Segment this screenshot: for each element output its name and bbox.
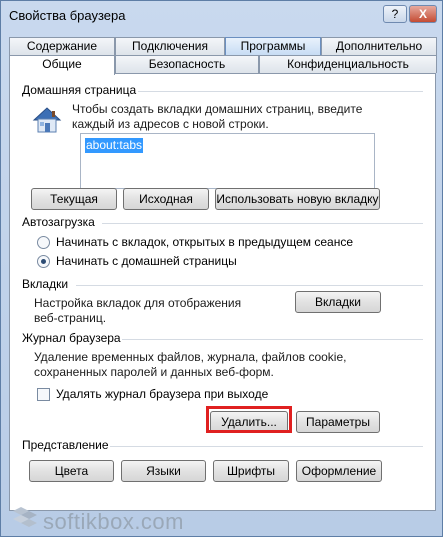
startup-previous-session-label[interactable]: Начинать с вкладок, открытых в предыдуще… — [56, 235, 353, 249]
tab-privacy[interactable]: Конфиденциальность — [259, 55, 437, 73]
appearance-design-button[interactable]: Оформление — [296, 460, 382, 482]
tabs-description-line2: веб-страниц. — [34, 311, 107, 325]
appearance-group-title: Представление — [22, 438, 109, 452]
home-page-group-title: Домашняя страница — [22, 83, 137, 97]
startup-divider — [102, 223, 423, 224]
tab-programs[interactable]: Программы — [225, 37, 321, 55]
tabs-divider — [76, 285, 423, 286]
home-page-urls-textarea[interactable]: about:tabs — [80, 133, 375, 189]
use-new-tab-button[interactable]: Использовать новую вкладку — [215, 188, 380, 210]
fonts-button[interactable]: Шрифты — [213, 460, 289, 482]
watermark-text: softikbox.com — [43, 509, 184, 534]
startup-group-title: Автозагрузка — [22, 215, 95, 229]
home-page-description-line1: Чтобы создать вкладки домашних страниц, … — [72, 102, 363, 116]
colors-button[interactable]: Цвета — [29, 460, 114, 482]
tab-content[interactable]: Содержание — [9, 37, 115, 55]
home-page-url-value: about:tabs — [85, 138, 144, 153]
history-description: Удаление временных файлов, журнала, файл… — [34, 350, 429, 380]
home-page-icon — [30, 104, 64, 136]
home-page-divider — [138, 91, 423, 92]
startup-previous-session-radio[interactable] — [37, 236, 50, 249]
history-group-title: Журнал браузера — [22, 331, 121, 345]
history-description-line2: сохраненных паролей и данных веб-форм. — [34, 365, 274, 379]
tab-advanced[interactable]: Дополнительно — [321, 37, 437, 55]
tab-connections[interactable]: Подключения — [115, 37, 225, 55]
home-page-description-line2: каждый из адресов с новой строки. — [72, 117, 269, 131]
tabs-row-top: Содержание Подключения Программы Дополни… — [9, 37, 437, 55]
tabs-row-bottom: Общие Безопасность Конфиденциальность — [9, 55, 437, 75]
tabs-description: Настройка вкладок для отображения веб-ст… — [34, 296, 284, 326]
languages-button[interactable]: Языки — [121, 460, 206, 482]
use-current-button[interactable]: Текущая — [31, 188, 117, 210]
use-default-button[interactable]: Исходная — [123, 188, 209, 210]
title-bar: Свойства браузера ? X — [1, 1, 442, 33]
tabs-settings-button[interactable]: Вкладки — [295, 291, 381, 313]
tab-security[interactable]: Безопасность — [115, 55, 259, 73]
watermark-logo-icon — [7, 505, 41, 533]
delete-history-on-exit-label[interactable]: Удалять журнал браузера при выходе — [56, 387, 268, 401]
tabs-description-line1: Настройка вкладок для отображения — [34, 296, 242, 310]
home-page-description: Чтобы создать вкладки домашних страниц, … — [72, 102, 422, 132]
history-divider — [122, 339, 423, 340]
close-button[interactable]: X — [409, 5, 437, 23]
startup-home-page-radio[interactable] — [37, 255, 50, 268]
history-settings-button[interactable]: Параметры — [296, 411, 380, 433]
tabs-group-title: Вкладки — [22, 277, 69, 291]
appearance-divider — [110, 446, 423, 447]
delete-history-on-exit-checkbox[interactable] — [37, 388, 50, 401]
window-title: Свойства браузера — [9, 8, 126, 23]
general-tab-panel: Домашняя страница Чтобы создать вкладки … — [9, 73, 436, 511]
history-description-line1: Удаление временных файлов, журнала, файл… — [34, 350, 347, 364]
internet-options-window: Свойства браузера ? X Содержание Подключ… — [0, 0, 443, 537]
delete-button-highlight — [206, 406, 292, 433]
radio-selected-dot — [41, 259, 46, 264]
tab-general[interactable]: Общие — [9, 55, 115, 75]
startup-home-page-label[interactable]: Начинать с домашней страницы — [56, 254, 237, 268]
help-button[interactable]: ? — [383, 5, 407, 23]
